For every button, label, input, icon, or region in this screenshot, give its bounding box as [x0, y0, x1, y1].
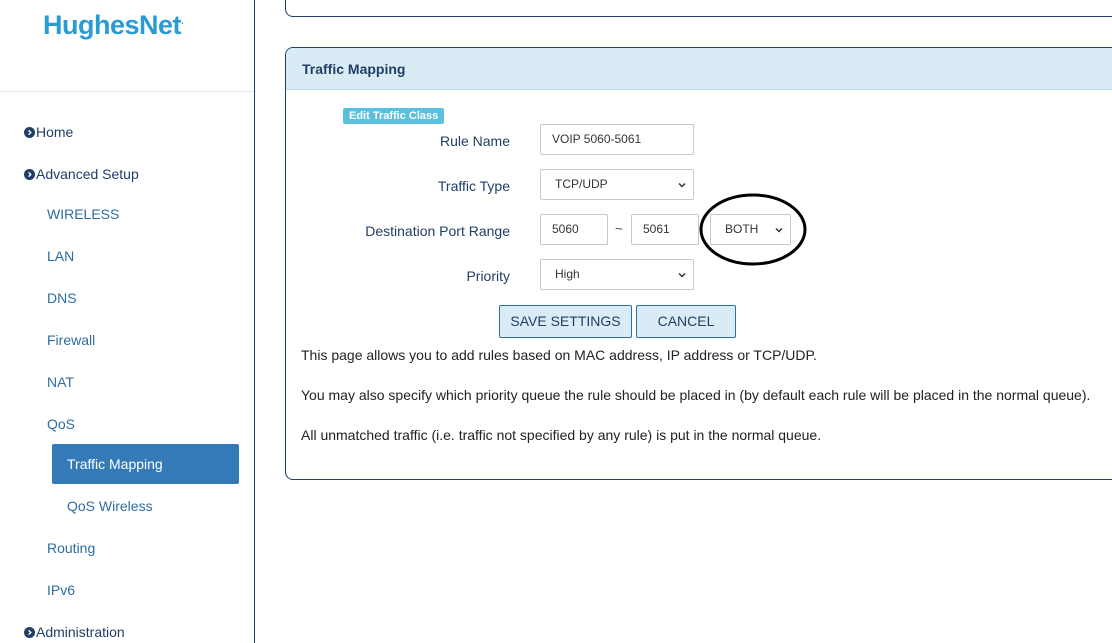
chevron-down-icon: [678, 182, 686, 188]
previous-panel: [285, 0, 1112, 17]
chevron-right-icon: [24, 126, 35, 138]
sidebar-item-home[interactable]: Home: [24, 124, 73, 140]
save-settings-button[interactable]: SAVE SETTINGS: [499, 305, 632, 338]
traffic-mapping-panel: Traffic Mapping Edit Traffic Class Rule …: [285, 47, 1112, 480]
traffic-type-select[interactable]: TCP/UDP: [540, 169, 694, 200]
port-range-end-input[interactable]: 5061: [631, 214, 699, 245]
description-text: All unmatched traffic (i.e. traffic not …: [301, 427, 822, 443]
sidebar-item-traffic-mapping[interactable]: Traffic Mapping: [52, 444, 239, 484]
port-range-separator: ~: [615, 221, 623, 236]
description-text: You may also specify which priority queu…: [301, 387, 1091, 403]
sidebar-item-qos[interactable]: QoS: [47, 416, 75, 432]
sidebar-item-label: Administration: [36, 624, 125, 640]
port-direction-value: BOTH: [725, 222, 759, 236]
sidebar-item-nat[interactable]: NAT: [47, 374, 74, 390]
traffic-type-value: TCP/UDP: [555, 177, 608, 191]
sidebar-item-wireless[interactable]: WIRELESS: [47, 206, 119, 222]
priority-value: High: [555, 267, 580, 281]
priority-label: Priority: [466, 268, 510, 284]
destination-port-range-label: Destination Port Range: [365, 223, 510, 239]
cancel-button[interactable]: CANCEL: [636, 305, 736, 338]
description-text: This page allows you to add rules based …: [301, 347, 817, 363]
logo-divider: [0, 91, 254, 92]
sidebar-item-administration[interactable]: Administration: [24, 624, 125, 640]
sidebar-item-firewall[interactable]: Firewall: [47, 332, 95, 348]
chevron-right-icon: [24, 626, 35, 638]
rule-name-input[interactable]: VOIP 5060-5061: [540, 124, 694, 155]
sidebar-item-qos-wireless[interactable]: QoS Wireless: [67, 498, 153, 514]
sidebar-item-ipv6[interactable]: IPv6: [47, 582, 75, 598]
traffic-type-label: Traffic Type: [437, 178, 510, 194]
sidebar-item-lan[interactable]: LAN: [47, 248, 74, 264]
sidebar-item-dns[interactable]: DNS: [47, 290, 77, 306]
chevron-right-icon: [24, 168, 35, 180]
port-direction-select[interactable]: BOTH: [710, 214, 791, 245]
sidebar: HughesNet. Home Advanced Setup WIRELESS …: [0, 0, 255, 643]
chevron-down-icon: [678, 272, 686, 278]
chevron-down-icon: [775, 227, 783, 233]
port-range-start-input[interactable]: 5060: [540, 214, 608, 245]
rule-name-label: Rule Name: [439, 133, 510, 149]
hughesnet-logo[interactable]: HughesNet.: [43, 10, 184, 41]
panel-title: Traffic Mapping: [286, 48, 1112, 90]
sidebar-item-label: Advanced Setup: [36, 166, 139, 182]
edit-traffic-class-badge: Edit Traffic Class: [343, 108, 445, 124]
sidebar-item-advanced-setup[interactable]: Advanced Setup: [24, 166, 139, 182]
priority-select[interactable]: High: [540, 259, 694, 290]
sidebar-item-label: Home: [36, 124, 74, 140]
sidebar-item-routing[interactable]: Routing: [47, 540, 95, 556]
